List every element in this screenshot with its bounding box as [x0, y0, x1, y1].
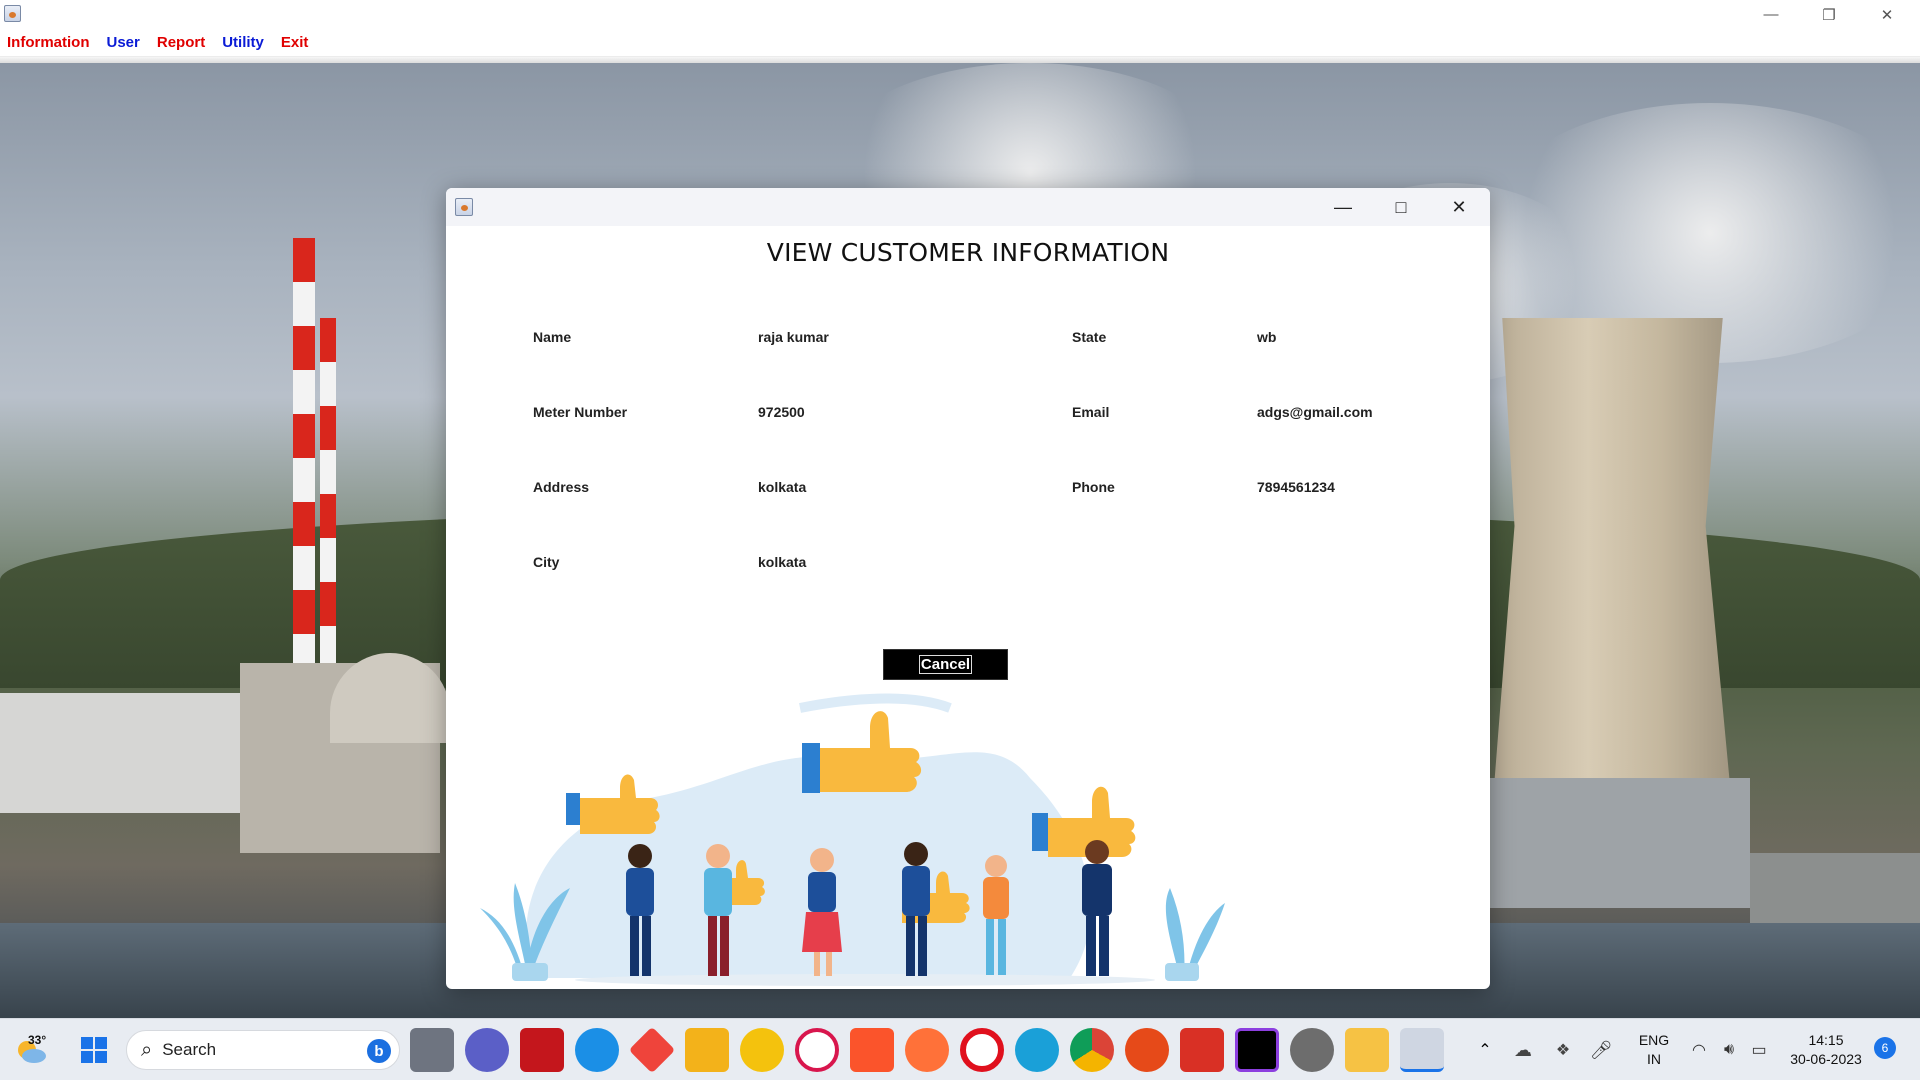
name-value: raja kumar — [758, 329, 829, 345]
state-value: wb — [1257, 329, 1277, 345]
cancel-button-label: Cancel — [918, 655, 973, 674]
cancel-button[interactable]: Cancel — [883, 649, 1008, 680]
help-icon[interactable] — [575, 1028, 619, 1072]
view-customer-dialog: — □ ✕ VIEW CUSTOMER INFORMATION Name raj… — [446, 188, 1490, 989]
language-region: IN — [1647, 1051, 1661, 1067]
task-view-icon[interactable] — [410, 1028, 454, 1072]
sublime-icon[interactable] — [1125, 1028, 1169, 1072]
weather-icon[interactable] — [8, 1019, 56, 1080]
menu-report[interactable]: Report — [157, 34, 205, 51]
search-icon: ⌕ — [141, 1038, 153, 1061]
meter-number-value: 972500 — [758, 404, 805, 420]
taskbar: 33° ⌕ Search b ⌃ ☁ ❖ 🎤︎ ENG IN ◠ 🔊︎ ▭ 14… — [0, 1018, 1920, 1080]
city-label: City — [533, 554, 560, 570]
chrome-icon[interactable] — [1070, 1028, 1114, 1072]
intellij-icon[interactable] — [1235, 1028, 1279, 1072]
state-label: State — [1072, 329, 1107, 345]
chevron-up-icon[interactable]: ⌃ — [1470, 1019, 1500, 1080]
address-value: kolkata — [758, 479, 807, 495]
opera-gx-icon[interactable] — [795, 1028, 839, 1072]
restore-button[interactable]: ❐ — [1800, 0, 1858, 29]
brave-icon[interactable] — [850, 1028, 894, 1072]
battery-icon[interactable]: ▭ — [1744, 1019, 1774, 1080]
microsoft-store-icon[interactable] — [685, 1028, 729, 1072]
zoom-meet-icon[interactable] — [465, 1028, 509, 1072]
dialog-title: VIEW CUSTOMER INFORMATION — [766, 238, 1170, 267]
menu-exit[interactable]: Exit — [281, 34, 309, 51]
app-titlebar: — ❐ ✕ — [0, 0, 1920, 29]
email-label: Email — [1072, 404, 1110, 420]
language-code: ENG — [1638, 1032, 1670, 1048]
wifi-icon[interactable]: ◠ — [1684, 1019, 1714, 1080]
clock-date: 30-06-2023 — [1790, 1051, 1862, 1067]
java-app-icon — [4, 5, 21, 22]
norton-icon[interactable] — [740, 1028, 784, 1072]
dialog-maximize-button[interactable]: □ — [1372, 188, 1430, 226]
firefox-icon[interactable] — [905, 1028, 949, 1072]
name-label: Name — [533, 329, 572, 345]
menu-information[interactable]: Information — [7, 34, 90, 51]
dropbox-icon[interactable]: ❖ — [1546, 1019, 1580, 1080]
onedrive-cloud-icon[interactable]: ☁ — [1506, 1019, 1540, 1080]
volume-icon[interactable]: 🔊︎ — [1714, 1019, 1744, 1080]
language-indicator[interactable]: ENG IN — [1634, 1031, 1674, 1069]
anydesk-icon[interactable] — [628, 1026, 676, 1074]
clock-time: 14:15 — [1808, 1032, 1844, 1048]
menu-bar: Information User Report Utility Exit — [0, 29, 1920, 57]
weather-temperature: 33° — [28, 1033, 47, 1047]
microphone-icon[interactable]: 🎤︎ — [1586, 1019, 1616, 1080]
city-value: kolkata — [758, 554, 807, 570]
mcafee-icon[interactable] — [520, 1028, 564, 1072]
phone-label: Phone — [1072, 479, 1115, 495]
thumbs-up-people-illustration — [480, 693, 1225, 986]
clock[interactable]: 14:15 30-06-2023 — [1780, 1031, 1872, 1069]
java-app-icon — [455, 198, 473, 216]
menu-user[interactable]: User — [107, 34, 140, 51]
dialog-minimize-button[interactable]: — — [1314, 188, 1372, 226]
dialog-titlebar: — □ ✕ — [446, 188, 1490, 226]
address-label: Address — [533, 479, 590, 495]
search-label: Search — [162, 1040, 217, 1059]
settings-gear-icon[interactable] — [1290, 1028, 1334, 1072]
taskbar-search-box[interactable]: ⌕ Search b — [126, 1030, 400, 1070]
phone-value: 7894561234 — [1257, 479, 1335, 495]
edge-icon[interactable] — [1015, 1028, 1059, 1072]
bing-icon: b — [367, 1039, 391, 1063]
menu-utility[interactable]: Utility — [222, 34, 264, 51]
close-button[interactable]: ✕ — [1858, 0, 1916, 29]
notification-badge[interactable]: 6 — [1874, 1037, 1896, 1059]
dialog-close-button[interactable]: ✕ — [1430, 188, 1488, 226]
scala-icon[interactable] — [1180, 1028, 1224, 1072]
file-explorer-icon[interactable] — [1345, 1028, 1389, 1072]
opera-icon[interactable] — [960, 1028, 1004, 1072]
email-value: adgs@gmail.com — [1257, 404, 1373, 420]
windows-start-icon[interactable] — [74, 1019, 114, 1080]
meter-number-label: Meter Number — [533, 404, 628, 420]
java-app-taskbar-icon[interactable] — [1400, 1028, 1444, 1072]
minimize-button[interactable]: — — [1742, 0, 1800, 29]
